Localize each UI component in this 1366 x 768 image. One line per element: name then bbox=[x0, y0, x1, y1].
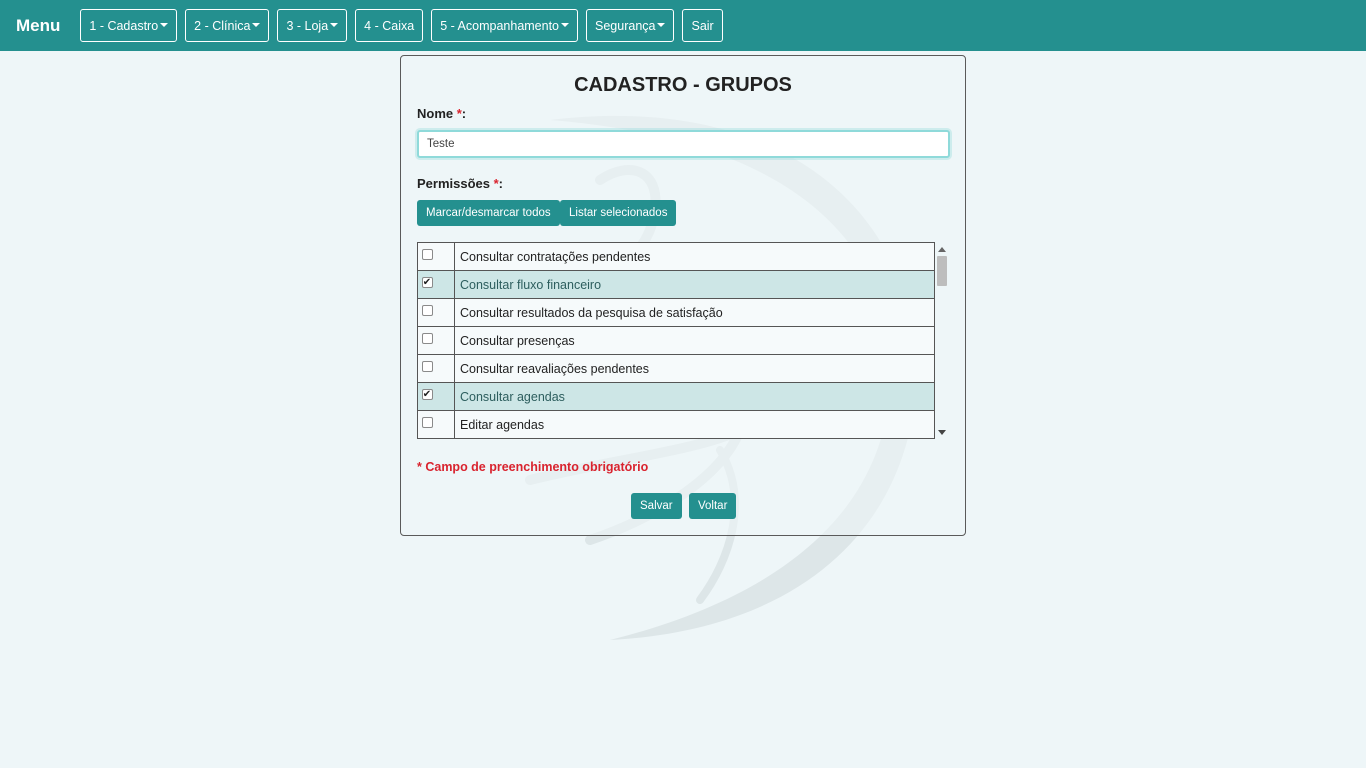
permission-checkbox[interactable] bbox=[421, 417, 433, 428]
nav-item-7[interactable]: Sair bbox=[682, 9, 723, 42]
nome-input[interactable]: Teste bbox=[417, 130, 950, 158]
permission-row[interactable]: Editar agendas bbox=[418, 411, 934, 439]
permissions-list: Consultar contratações pendentes ✔ Consult… bbox=[417, 242, 935, 439]
nav-item-label: 3 - Loja bbox=[286, 18, 329, 33]
nav-item-label: 1 - Cadastro bbox=[89, 18, 159, 33]
navbar-menu: 1 - Cadastro 2 - Clínica 3 - Loja 4 - Caixa… bbox=[80, 9, 730, 42]
permissions-scrollbar[interactable] bbox=[935, 242, 949, 442]
navbar-brand[interactable]: Menu bbox=[16, 16, 60, 36]
permission-checkbox[interactable] bbox=[421, 305, 433, 316]
permission-label: Consultar reavaliações pendentes bbox=[460, 361, 650, 376]
permission-label: Consultar contratações pendentes bbox=[460, 249, 651, 264]
nav-item-label: Sair bbox=[691, 18, 714, 33]
caret-down-icon bbox=[561, 22, 570, 27]
permission-checkbox-cell bbox=[418, 355, 455, 382]
scroll-up-arrow-icon[interactable] bbox=[938, 247, 946, 252]
required-field-note: * Campo de preenchimento obrigatório bbox=[417, 460, 649, 474]
permission-checkbox[interactable] bbox=[421, 361, 433, 372]
permission-checkbox-cell bbox=[418, 243, 455, 270]
permission-row[interactable]: Consultar presenças bbox=[418, 327, 934, 355]
nav-item-5[interactable]: 5 - Acompanhamento bbox=[431, 9, 579, 42]
permission-checkbox[interactable]: ✔ bbox=[421, 277, 433, 288]
nav-item-6[interactable]: Segurança bbox=[586, 9, 675, 42]
nav-item-1[interactable]: 1 - Cadastro bbox=[80, 9, 178, 42]
toggle-all-button[interactable]: Marcar/desmarcar todos bbox=[417, 200, 560, 226]
top-navbar: Menu 1 - Cadastro 2 - Clínica 3 - Loja 4 - … bbox=[0, 0, 1366, 51]
scrollbar-thumb[interactable] bbox=[937, 256, 947, 286]
permission-checkbox-cell bbox=[418, 299, 455, 326]
caret-down-icon bbox=[252, 22, 261, 27]
permission-checkbox-cell: ✔ bbox=[418, 383, 455, 410]
nav-item-label: 5 - Acompanhamento bbox=[440, 18, 560, 33]
permission-checkbox-cell bbox=[418, 411, 455, 438]
permission-checkbox[interactable] bbox=[421, 249, 433, 260]
permission-label: Editar agendas bbox=[460, 417, 545, 432]
nav-item-4[interactable]: 4 - Caixa bbox=[355, 9, 424, 42]
nome-label: Nome *: bbox=[417, 106, 467, 121]
page-title: CADASTRO - GRUPOS bbox=[574, 74, 792, 96]
permission-row[interactable]: Consultar resultados da pesquisa de sati… bbox=[418, 299, 934, 327]
permissoes-label: Permissões *: bbox=[417, 176, 504, 191]
nav-item-3[interactable]: 3 - Loja bbox=[277, 9, 348, 42]
permission-label: Consultar presenças bbox=[460, 333, 575, 348]
back-button[interactable]: Voltar bbox=[689, 493, 737, 519]
permission-checkbox-cell bbox=[418, 327, 455, 354]
permission-checkbox-cell: ✔ bbox=[418, 271, 455, 298]
nav-item-label: 2 - Clínica bbox=[194, 18, 251, 33]
caret-down-icon bbox=[330, 22, 339, 27]
caret-down-icon bbox=[160, 22, 169, 27]
nav-item-label: Segurança bbox=[595, 18, 656, 33]
permission-row[interactable]: ✔ Consultar fluxo financeiro bbox=[418, 271, 934, 299]
nav-item-2[interactable]: 2 - Clínica bbox=[185, 9, 270, 42]
group-form-card: CADASTRO - GRUPOS Nome *: Teste Permissõ… bbox=[400, 55, 966, 536]
permission-row[interactable]: ✔ Consultar agendas bbox=[418, 383, 934, 411]
caret-down-icon bbox=[657, 22, 666, 27]
permission-label: Consultar agendas bbox=[460, 389, 565, 404]
nav-item-label: 4 - Caixa bbox=[364, 18, 415, 33]
permission-row[interactable]: Consultar reavaliações pendentes bbox=[418, 355, 934, 383]
permission-checkbox[interactable] bbox=[421, 333, 433, 344]
permission-label: Consultar fluxo financeiro bbox=[460, 277, 602, 292]
list-selected-button[interactable]: Listar selecionados bbox=[560, 200, 677, 226]
save-button[interactable]: Salvar bbox=[631, 493, 682, 519]
permission-checkbox[interactable]: ✔ bbox=[421, 389, 433, 400]
permissions-list-container[interactable]: Consultar contratações pendentes ✔ Consult… bbox=[417, 242, 949, 442]
nome-input-value: Teste bbox=[427, 138, 455, 150]
permission-label: Consultar resultados da pesquisa de sati… bbox=[460, 305, 723, 320]
scroll-down-arrow-icon[interactable] bbox=[938, 430, 946, 435]
permission-row[interactable]: Consultar contratações pendentes bbox=[418, 243, 934, 271]
